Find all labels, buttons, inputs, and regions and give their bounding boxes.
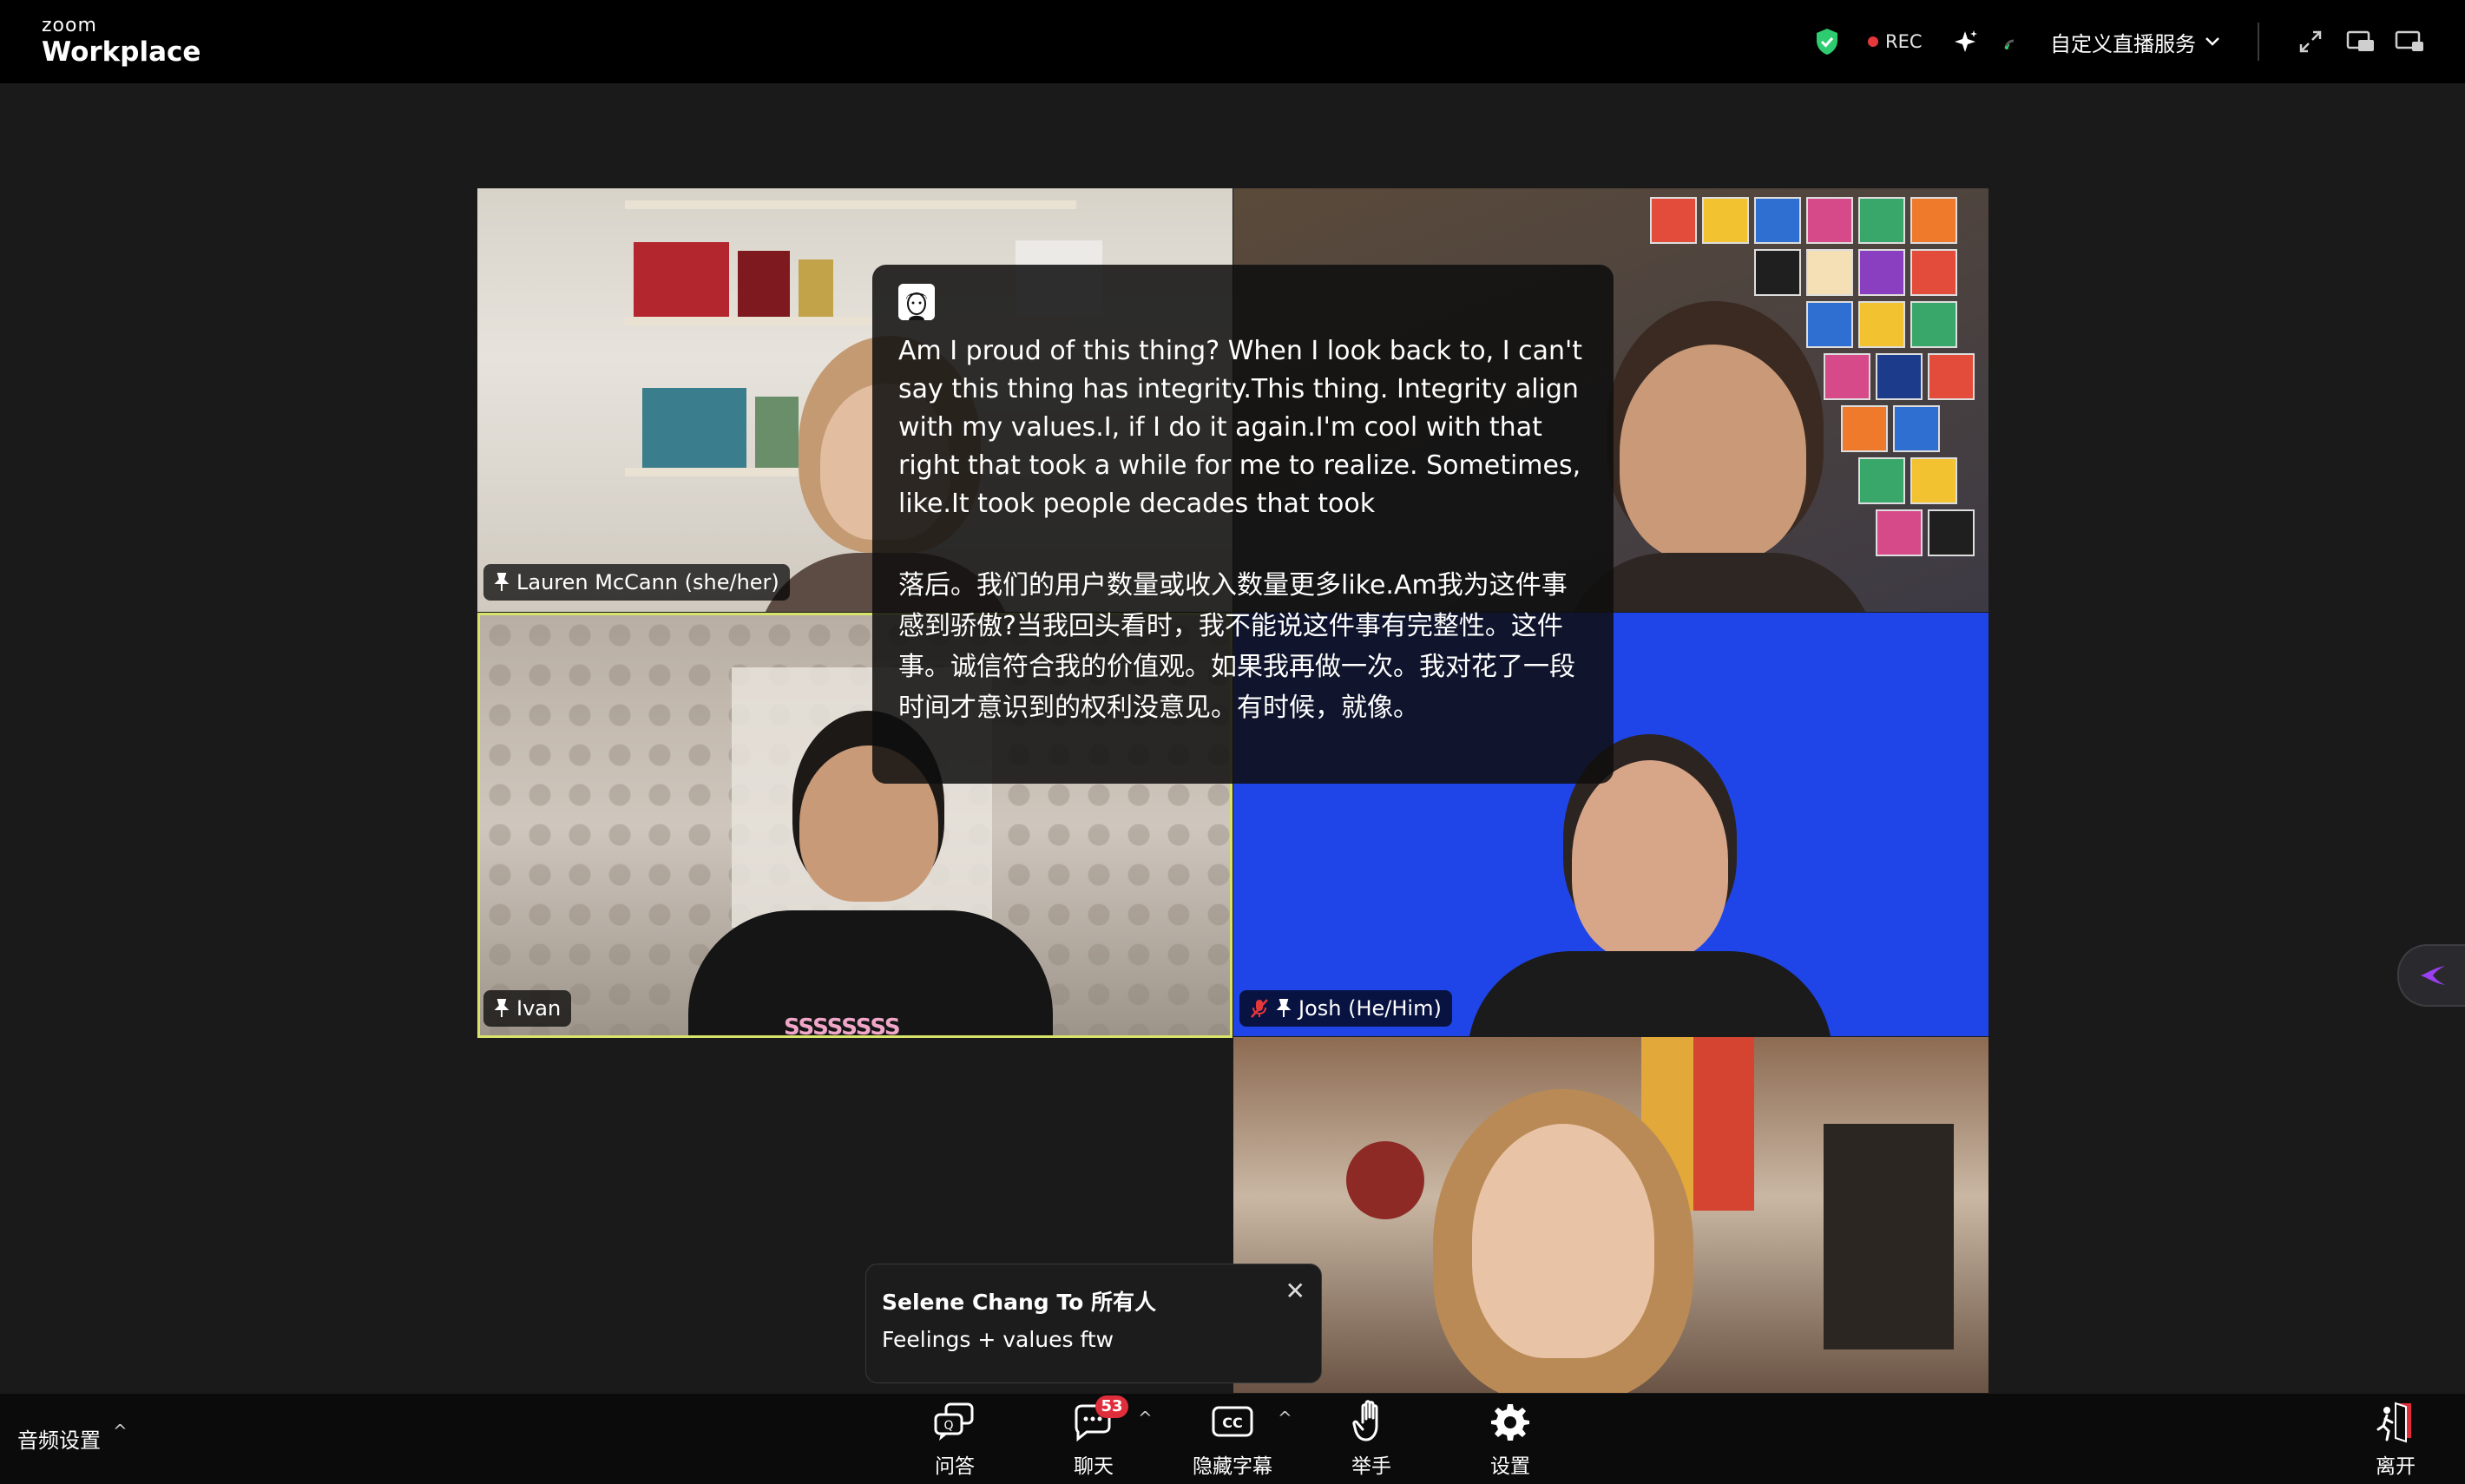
- connection-signal-icon[interactable]: [1995, 0, 2030, 83]
- audio-settings-label: 音频设置: [17, 1428, 101, 1453]
- pin-icon: [494, 999, 509, 1017]
- gear-icon: [1490, 1397, 1530, 1446]
- collapse-arrow-icon: [2421, 966, 2445, 985]
- rec-label: REC: [1885, 31, 1923, 52]
- qa-button[interactable]: Q 问答: [894, 1397, 1016, 1481]
- chevron-up-icon[interactable]: ^: [113, 1422, 128, 1440]
- audio-settings-menu[interactable]: 音频设置 ^: [17, 1422, 128, 1454]
- livestream-service-menu[interactable]: 自定义直播服务: [2050, 0, 2220, 83]
- settings-button[interactable]: 设置: [1449, 1397, 1571, 1481]
- brand-name: Workplace: [42, 36, 201, 68]
- recording-indicator[interactable]: REC: [1868, 0, 1923, 83]
- caption-chinese-translation: 落后。我们的用户数量或收入数量更多like.Am我为这件事感到骄傲?当我回头看时…: [898, 570, 1575, 723]
- qa-icon: Q: [932, 1397, 977, 1446]
- hide-captions-button[interactable]: CC 隐藏字幕: [1172, 1397, 1293, 1481]
- unread-count-badge: 53: [1095, 1395, 1128, 1418]
- leave-door-icon: [2375, 1397, 2416, 1446]
- raise-hand-label: 举手: [1351, 1455, 1391, 1478]
- view-layout-icon[interactable]: [2392, 0, 2427, 83]
- svg-text:Q: Q: [943, 1419, 953, 1433]
- livestream-menu-label: 自定义直播服务: [2050, 31, 2196, 56]
- speaker-avatar: [898, 284, 935, 320]
- side-panel-toggle[interactable]: [2397, 944, 2465, 1007]
- svg-text:CC: CC: [1222, 1415, 1242, 1431]
- fullscreen-expand-icon[interactable]: [2293, 0, 2328, 83]
- participant-name-label: Lauren McCann (she/her): [516, 570, 779, 594]
- picture-in-picture-icon[interactable]: [2343, 0, 2378, 83]
- participant-name-label: Josh (He/Him): [1298, 996, 1442, 1021]
- settings-label: 设置: [1490, 1455, 1530, 1478]
- app-logo: zoom Workplace: [42, 15, 201, 69]
- bookshelf: [625, 200, 1076, 209]
- chat-button[interactable]: 53 聊天: [1033, 1395, 1154, 1481]
- hide-captions-label: 隐藏字幕: [1193, 1455, 1272, 1478]
- leave-label: 离开: [2376, 1455, 2416, 1478]
- encryption-shield-icon[interactable]: [1814, 0, 1844, 83]
- live-caption-panel: Am I proud of this thing? When I look ba…: [872, 265, 1614, 784]
- raise-hand-button[interactable]: 举手: [1311, 1397, 1432, 1481]
- chat-sender: Selene Chang To 所有人: [882, 1290, 1156, 1315]
- chat-message-text: Feelings + values ftw: [882, 1327, 1114, 1352]
- top-bar: zoom Workplace REC 自定义直播服务: [0, 0, 2465, 83]
- raise-hand-icon: [1352, 1397, 1390, 1446]
- participant-name-josh: Josh (He/Him): [1239, 990, 1452, 1027]
- leave-meeting-button[interactable]: 离开: [2335, 1397, 2456, 1481]
- pin-icon: [494, 573, 509, 591]
- brand-small-text: zoom: [42, 15, 97, 36]
- closed-caption-icon: CC: [1210, 1397, 1255, 1446]
- chat-options-chevron-up-icon[interactable]: ^: [1138, 1408, 1153, 1428]
- muted-microphone-icon: [1251, 999, 1268, 1018]
- close-icon[interactable]: ✕: [1285, 1277, 1305, 1305]
- ai-companion-sparkle-icon[interactable]: [1949, 0, 1983, 83]
- recording-dot-icon: [1868, 36, 1878, 47]
- qa-label: 问答: [935, 1455, 975, 1478]
- chat-message-toast[interactable]: Selene Chang To 所有人 Feelings + values ft…: [865, 1264, 1322, 1383]
- toolbar-divider: [2258, 23, 2259, 61]
- caption-english-text: Am I proud of this thing? When I look ba…: [898, 336, 1583, 519]
- chat-label: 聊天: [1074, 1455, 1114, 1478]
- participant-name-label: Ivan: [516, 996, 562, 1021]
- pin-icon: [1276, 999, 1292, 1017]
- video-tile-selene[interactable]: [1233, 1037, 1988, 1393]
- participant-name-lauren: Lauren McCann (she/her): [483, 564, 790, 601]
- chat-icon: 53: [1071, 1395, 1128, 1446]
- chevron-down-icon: [2205, 37, 2219, 46]
- participant-name-ivan: Ivan: [483, 990, 572, 1027]
- captions-options-chevron-up-icon[interactable]: ^: [1278, 1408, 1292, 1428]
